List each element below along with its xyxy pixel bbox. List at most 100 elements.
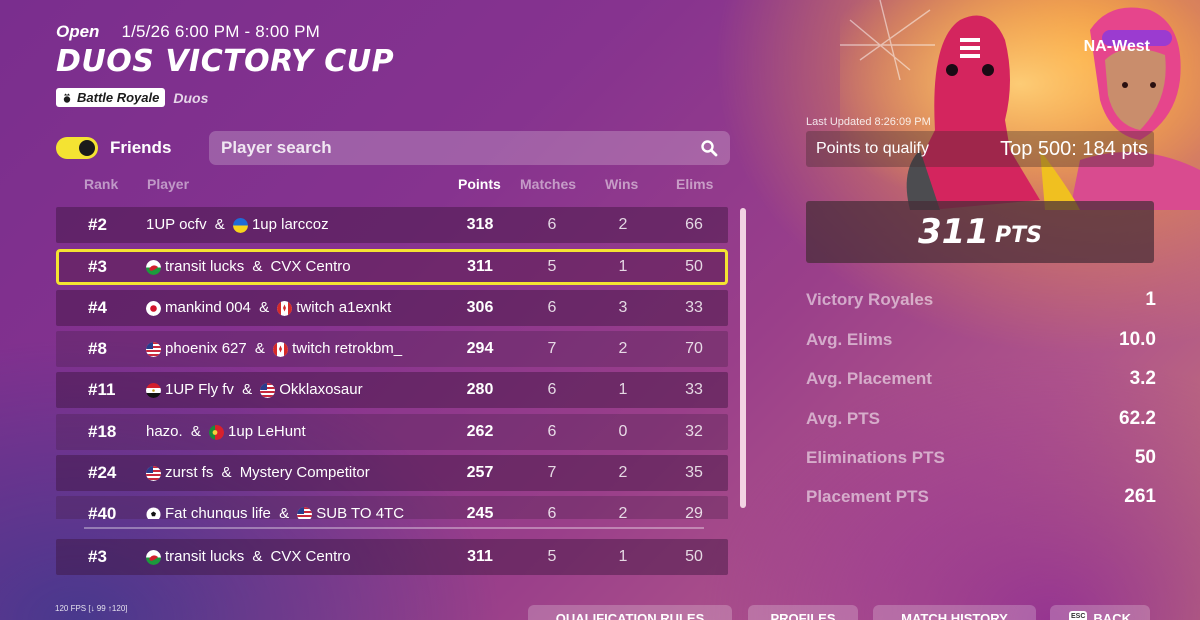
canada-flag-icon [273, 341, 289, 357]
fps-counter: 120 FPS [↓ 99 ↑120] [55, 604, 128, 613]
stat-row: Victory Royales 1 [806, 289, 1156, 311]
match-history-button[interactable]: MATCH HISTORY [873, 605, 1036, 620]
elims-cell: 35 [685, 464, 703, 481]
wins-cell: 2 [618, 505, 628, 519]
wins-cell: 3 [618, 299, 628, 316]
matches-cell: 6 [547, 216, 557, 233]
stat-value: 10.0 [1119, 329, 1156, 350]
player-one-name: phoenix 627 [165, 340, 247, 357]
stat-row: Avg. Elims 10.0 [806, 329, 1156, 351]
table-row[interactable]: #40 Fat chungus life & SUB TO 4TC 245 6 … [56, 496, 728, 519]
usa-flag-icon [146, 465, 161, 481]
table-row[interactable]: #3 transit lucks & CVX Centro 311 5 1 50 [56, 539, 728, 575]
player-one-name: hazo. [146, 423, 183, 440]
qualification-rules-button[interactable]: QUALIFICATION RULES [528, 605, 732, 620]
stat-label: Avg. Elims [806, 330, 893, 349]
points-cell: 257 [466, 464, 494, 481]
player-cell: Fat chungus life & SUB TO 4TC [146, 496, 404, 519]
player-cell: 1UP Fly fv & Okklaxosaur [146, 372, 363, 408]
points-cell: 294 [466, 340, 494, 357]
japan-flag-icon [146, 300, 161, 316]
player-separator: & [237, 381, 257, 398]
table-row[interactable]: #4 mankind 004 & twitch a1exnkt 306 6 3 … [56, 290, 728, 326]
matches-cell: 7 [547, 464, 557, 481]
ukraine-flag-icon [232, 217, 248, 233]
player-two-name: Mystery Competitor [239, 464, 370, 481]
table-row[interactable]: #24 zurst fs & Mystery Competitor 257 7 … [56, 455, 728, 491]
usa-flag-icon [260, 382, 276, 398]
points-cell: 245 [466, 505, 494, 519]
stat-label: Avg. PTS [806, 409, 880, 428]
rank-cell: #8 [88, 339, 107, 358]
matches-cell: 6 [547, 505, 557, 519]
elims-cell: 32 [685, 423, 703, 440]
player-two-name: CVX Centro [270, 258, 351, 275]
table-row[interactable]: #18 hazo. & 1up LeHunt 262 6 0 32 [56, 414, 728, 450]
elims-cell: 33 [685, 299, 703, 316]
wins-cell: 1 [618, 381, 628, 398]
divider [84, 527, 704, 529]
player-separator: & [186, 423, 206, 440]
player-separator: & [210, 216, 229, 233]
table-row[interactable]: #2 1UP ocfv & 1up larccoz 318 6 2 66 [56, 207, 728, 243]
player-separator: & [217, 464, 236, 481]
player-one-name: 1UP ocfv [146, 216, 207, 233]
wales-flag-icon [146, 549, 161, 565]
player-two-name: Okklaxosaur [279, 381, 363, 398]
profiles-label: PROFILES [770, 611, 836, 620]
elims-cell: 50 [685, 548, 703, 565]
table-row[interactable]: #11 1UP Fly fv & Okklaxosaur 280 6 1 33 [56, 372, 728, 408]
player-cell: zurst fs & Mystery Competitor [146, 455, 370, 491]
points-cell: 262 [466, 423, 494, 440]
player-cell: transit lucks & CVX Centro [146, 539, 351, 575]
rank-cell: #2 [88, 215, 107, 234]
back-button[interactable]: ESC BACK [1050, 605, 1150, 620]
player-cell: 1UP ocfv & 1up larccoz [146, 207, 329, 243]
player-two-name: 1up larccoz [251, 216, 329, 233]
qualify-box: Points to qualify Top 500: 184 pts [806, 131, 1154, 167]
player-two-name: 1up LeHunt [228, 423, 306, 440]
stat-value: 261 [1124, 486, 1156, 507]
player-one-name: Fat chungus life [165, 505, 271, 519]
player-one-name: transit lucks [165, 258, 245, 275]
total-points: 311 [918, 212, 989, 252]
table-row[interactable]: #3 transit lucks & CVX Centro 311 5 1 50 [56, 249, 728, 285]
stat-value: 1 [1145, 289, 1156, 310]
stat-label: Placement PTS [806, 487, 929, 506]
elims-cell: 29 [685, 505, 703, 519]
back-label: BACK [1093, 611, 1131, 620]
elims-cell: 70 [685, 340, 703, 357]
stat-value: 62.2 [1119, 408, 1156, 429]
wales-flag-icon [146, 259, 161, 275]
wins-cell: 2 [618, 216, 628, 233]
player-two-name: twitch retrokbm_ [292, 340, 403, 357]
player-separator: & [248, 548, 267, 565]
player-separator: & [250, 340, 270, 357]
points-cell: 306 [466, 299, 494, 316]
profiles-button[interactable]: PROFILES [748, 605, 858, 620]
elims-cell: 33 [685, 381, 703, 398]
rank-cell: #4 [88, 298, 107, 317]
stat-value: 3.2 [1129, 368, 1156, 389]
player-two-name: twitch a1exnkt [296, 299, 392, 316]
stat-row: Placement PTS 261 [806, 486, 1156, 508]
points-cell: 311 [467, 258, 493, 275]
points-cell: 318 [466, 216, 494, 233]
rank-cell: #24 [88, 463, 117, 482]
player-one-name: transit lucks [165, 548, 245, 565]
points-cell: 311 [467, 548, 493, 565]
stat-label: Avg. Placement [806, 369, 932, 388]
matches-cell: 5 [547, 258, 557, 275]
scrollbar-thumb[interactable] [740, 208, 746, 508]
player-separator: & [248, 258, 267, 275]
player-separator: & [254, 299, 274, 316]
table-row[interactable]: #8 phoenix 627 & twitch retrokbm_ 294 7 … [56, 331, 728, 367]
usa-flag-icon [146, 341, 161, 357]
canada-flag-icon [277, 300, 293, 316]
total-points-unit: PTS [995, 222, 1042, 248]
player-cell: hazo. & 1up LeHunt [146, 414, 306, 450]
matches-cell: 6 [547, 381, 557, 398]
stat-label: Victory Royales [806, 290, 934, 309]
qualify-value: Top 500: 184 pts [1000, 137, 1148, 160]
points-cell: 280 [466, 381, 494, 398]
